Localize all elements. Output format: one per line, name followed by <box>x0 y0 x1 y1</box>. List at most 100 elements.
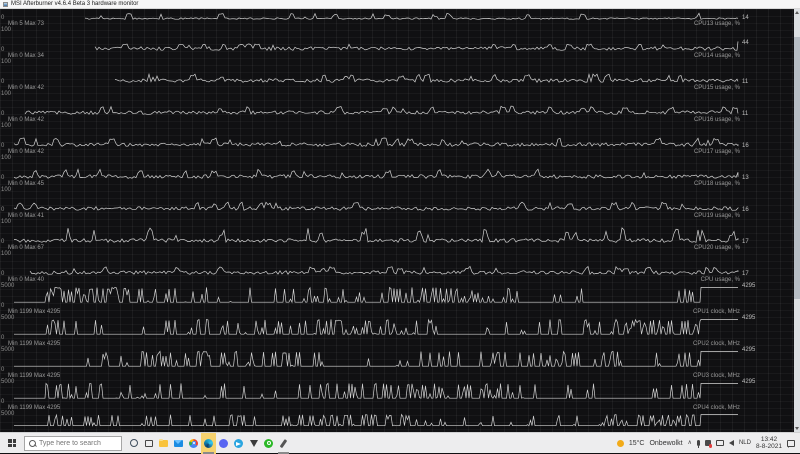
graph-pane[interactable] <box>0 91 740 117</box>
weather-sun-icon <box>616 439 624 447</box>
recording-status-icon[interactable] <box>704 440 713 448</box>
microphone-icon[interactable] <box>696 440 700 448</box>
graph-pane[interactable] <box>0 315 740 341</box>
graph-pane[interactable] <box>0 347 740 373</box>
axis-max-label: 100 <box>1 155 12 161</box>
file-explorer-icon <box>159 438 168 447</box>
discord-icon <box>219 438 228 448</box>
taskbar-app-mail[interactable] <box>171 433 186 454</box>
axis-max-label: 5000 <box>1 315 15 321</box>
mail-icon <box>174 439 183 447</box>
current-value: 4295 <box>742 347 756 353</box>
current-value: 16 <box>742 206 749 213</box>
axis-max-label: 5000 <box>1 347 15 353</box>
cortana-icon <box>129 439 138 447</box>
telegram-icon <box>234 438 243 448</box>
clock-trace <box>14 318 738 336</box>
axis-max-label: 100 <box>1 91 12 97</box>
axis-max-label: 5000 <box>1 379 15 385</box>
axis-max-label: 100 <box>1 123 12 129</box>
hardware-monitor-graphs: 0 14 Min 5 Max 73 CPU13 usage, % 100 0 44 Min 0… <box>0 9 800 432</box>
clock-trace <box>14 382 738 400</box>
weather-temperature[interactable]: 15°C <box>629 440 645 447</box>
graph-pane[interactable] <box>0 251 740 277</box>
chrome-icon <box>189 438 198 448</box>
window-title: MSI Afterburner v4.6.4 Beta 3 hardware m… <box>11 1 139 7</box>
app-window-icon <box>3 1 8 7</box>
tray-expand-caret-icon[interactable]: ∧ <box>688 440 692 446</box>
taskbar-app-chrome[interactable] <box>186 433 201 454</box>
search-input[interactable] <box>39 439 119 447</box>
current-value: 17 <box>742 238 749 245</box>
axis-max-label: 5000 <box>1 283 15 289</box>
clock-trace <box>14 286 738 304</box>
axis-max-label: 100 <box>1 27 12 33</box>
axis-max-label: 100 <box>1 187 12 193</box>
usage-trace <box>29 265 739 276</box>
axis-max-label: 100 <box>1 59 12 65</box>
current-value: 11 <box>742 79 749 85</box>
current-value: 4295 <box>742 379 756 385</box>
weather-condition[interactable]: Onbewolkt <box>649 440 682 447</box>
taskbar-apps <box>126 432 291 454</box>
taskbar-app-vivaldi[interactable] <box>246 433 261 454</box>
axis-max-label: 5000 <box>1 411 15 417</box>
window-titlebar[interactable]: MSI Afterburner v4.6.4 Beta 3 hardware m… <box>0 0 800 9</box>
start-button[interactable] <box>0 433 24 454</box>
usage-trace <box>13 201 739 211</box>
vertical-scrollbar[interactable] <box>794 9 800 432</box>
usage-trace <box>84 12 739 20</box>
taskbar-app-task-view[interactable] <box>141 433 156 454</box>
paint-icon <box>279 438 288 448</box>
taskbar-app-paint[interactable] <box>276 433 291 454</box>
graph-pane[interactable] <box>0 123 740 149</box>
taskbar-app-cortana[interactable] <box>126 433 141 454</box>
current-value: 4295 <box>742 315 756 321</box>
graph-pane[interactable] <box>0 411 740 431</box>
usage-trace <box>14 227 739 244</box>
notification-center-icon[interactable] <box>787 439 795 448</box>
current-value: 16 <box>742 142 749 149</box>
afterburner-icon <box>204 438 213 448</box>
current-value: 11 <box>742 111 749 117</box>
display-icon[interactable] <box>715 440 724 446</box>
whatsapp-icon <box>264 438 273 448</box>
taskbar-app-whatsapp[interactable] <box>261 433 276 454</box>
windows-logo-icon <box>8 439 16 447</box>
clock-trace <box>14 350 738 368</box>
usage-trace <box>13 168 739 179</box>
graph-pane[interactable] <box>0 379 740 405</box>
usage-trace <box>114 72 739 83</box>
taskbar-search-box[interactable] <box>24 435 122 451</box>
system-tray: 15°C Onbewolkt ∧ NLD 13:42 8-8-2021 <box>616 436 800 450</box>
scroll-down-arrow-icon[interactable] <box>795 427 799 430</box>
clock-time: 13:42 <box>760 436 778 443</box>
taskbar: 15°C Onbewolkt ∧ NLD 13:42 8-8-2021 <box>0 432 800 454</box>
clock-date: 8-8-2021 <box>755 443 782 450</box>
current-value: 14 <box>742 15 749 21</box>
scrollbar-thumb[interactable] <box>794 37 800 299</box>
usage-trace <box>94 41 739 52</box>
graph-pane[interactable] <box>0 9 740 21</box>
graph-pane[interactable] <box>0 187 740 213</box>
usage-trace <box>13 137 739 147</box>
graph-pane[interactable] <box>0 27 740 53</box>
taskbar-clock[interactable]: 13:42 8-8-2021 <box>756 436 782 450</box>
taskbar-app-telegram[interactable] <box>231 433 246 454</box>
clock-trace <box>14 413 738 427</box>
axis-max-label: 100 <box>1 251 12 257</box>
taskbar-app-discord[interactable] <box>216 433 231 454</box>
scroll-up-arrow-icon[interactable] <box>795 11 799 14</box>
taskbar-app-afterburner[interactable] <box>201 432 216 454</box>
graph-pane[interactable] <box>0 283 740 309</box>
vivaldi-icon <box>249 439 258 447</box>
current-value: 4295 <box>742 283 756 289</box>
graph-pane[interactable] <box>0 59 740 85</box>
graph-pane[interactable] <box>0 155 740 181</box>
volume-icon[interactable] <box>728 440 734 446</box>
taskbar-app-file-explorer[interactable] <box>156 433 171 454</box>
language-indicator[interactable]: NLD <box>739 440 751 446</box>
usage-trace <box>24 105 739 115</box>
current-value: 13 <box>742 175 749 181</box>
graph-pane[interactable] <box>0 219 740 245</box>
